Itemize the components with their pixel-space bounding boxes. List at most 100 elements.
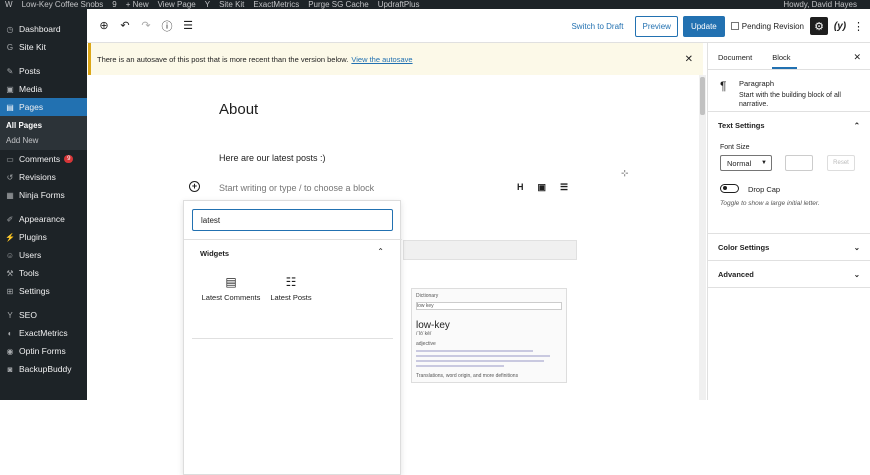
- sidebar-item-comments[interactable]: ▭ Comments 9: [0, 150, 87, 168]
- preview-button[interactable]: Preview: [635, 15, 678, 37]
- paragraph-block[interactable]: Here are our latest posts :): [219, 153, 326, 163]
- pin-icon: ✎: [6, 66, 14, 76]
- dict-pron: /ˈlōˈkē/: [416, 331, 432, 337]
- block-latest-posts[interactable]: ☷ Latest Posts: [261, 275, 321, 303]
- sidebar-item-media[interactable]: ▣ Media: [0, 80, 87, 98]
- sidebar-item-appearance[interactable]: ✐ Appearance: [0, 210, 87, 228]
- dict-search-text: low key: [417, 303, 434, 309]
- advanced-header[interactable]: Advanced ⌄: [708, 261, 870, 288]
- color-settings-header[interactable]: Color Settings ⌄: [708, 234, 870, 261]
- reset-button[interactable]: Reset: [827, 155, 855, 171]
- sidebar-item-plugins[interactable]: ⚡ Plugins: [0, 228, 87, 246]
- chevron-up-icon[interactable]: ⌃: [377, 247, 384, 256]
- howdy-user[interactable]: Howdy, David Hayes: [783, 0, 857, 9]
- sidebar-item-posts[interactable]: ✎ Posts: [0, 62, 87, 80]
- checkbox-box[interactable]: [730, 22, 739, 30]
- info-icon[interactable]: ⓘ: [158, 18, 176, 34]
- sidebar-item-optin-forms[interactable]: ◉ Optin Forms: [0, 342, 87, 360]
- dict-footer: Translations, word origin, and more defi…: [416, 373, 519, 379]
- sidebar-item-ninja-forms[interactable]: ▦ Ninja Forms: [0, 186, 87, 204]
- comments-count-link[interactable]: 9: [112, 0, 116, 9]
- media-icon: ▣: [6, 84, 14, 94]
- block-description: Start with the building block of all nar…: [739, 92, 841, 108]
- wp-logo-icon[interactable]: W: [5, 0, 13, 9]
- more-options-icon[interactable]: ⋮: [853, 20, 864, 33]
- dashboard-icon: ◷: [6, 24, 14, 34]
- canvas-scrollbar[interactable]: [699, 75, 706, 400]
- tab-document[interactable]: Document: [718, 53, 758, 69]
- tab-block[interactable]: Block: [772, 53, 797, 69]
- sidebar-item-users[interactable]: ☺ Users: [0, 246, 87, 264]
- submenu-all-pages[interactable]: All Pages: [0, 118, 87, 133]
- posts-block-icon: ☷: [285, 275, 297, 289]
- update-button[interactable]: Update: [682, 15, 725, 37]
- page-title[interactable]: About: [219, 101, 258, 118]
- block-latest-comments[interactable]: ▤ Latest Comments: [201, 275, 261, 303]
- dictionary-image[interactable]: Dictionary low key low-key /ˈlōˈkē/ adje…: [411, 288, 567, 383]
- redo-icon[interactable]: ↷: [137, 19, 155, 32]
- sidebar-item-exactmetrics[interactable]: ◐ ExactMetrics: [0, 324, 87, 342]
- sidebar-item-seo[interactable]: Y SEO: [0, 306, 87, 324]
- optin-icon: ◉: [6, 346, 14, 356]
- close-icon[interactable]: ✕: [685, 54, 693, 65]
- mouse-cursor-icon: ⊹: [621, 168, 629, 178]
- chevron-down-icon: ⌄: [853, 269, 860, 279]
- quick-block-tools: H ▣ ☰: [517, 182, 582, 193]
- forms-icon: ▦: [6, 190, 14, 200]
- comments-icon: ▭: [6, 154, 14, 164]
- tools-icon: ⚒: [6, 268, 14, 278]
- empty-block-placeholder[interactable]: Start writing or type / to choose a bloc…: [219, 183, 374, 193]
- pages-submenu: All Pages Add New: [0, 116, 87, 150]
- block-inserter-popover: latest Widgets ⌃ ▤ Latest Comments ☷ Lat…: [183, 200, 402, 475]
- text-settings-header[interactable]: Text Settings ⌃: [708, 112, 870, 139]
- block-inserter-toggle[interactable]: +: [189, 181, 200, 192]
- sidebar-tabs: Document Block ✕: [708, 43, 870, 70]
- view-autosave-link[interactable]: View the autosave: [351, 55, 412, 64]
- sidebar-item-settings[interactable]: ⊞ Settings: [0, 282, 87, 300]
- settings-sidebar: Document Block ✕ ¶ Paragraph Start with …: [707, 43, 870, 400]
- dict-word: low-key: [416, 320, 450, 331]
- category-widgets: Widgets: [200, 249, 230, 258]
- font-size-select[interactable]: Normal ▼: [720, 155, 772, 171]
- admin-sidebar: ◷ Dashboard G Site Kit ✎ Posts ▣ Media ▤ Page…: [0, 9, 87, 400]
- undo-icon[interactable]: ↶: [116, 19, 134, 32]
- font-size-label: Font Size: [720, 144, 750, 151]
- sidebar-item-sitekit[interactable]: G Site Kit: [0, 38, 87, 56]
- drop-cap-toggle[interactable]: [720, 184, 739, 193]
- sidebar-item-backupbuddy[interactable]: ◙ BackupBuddy: [0, 360, 87, 378]
- heading-icon[interactable]: H: [517, 182, 524, 193]
- comments-block-icon: ▤: [225, 275, 237, 289]
- add-block-icon[interactable]: ⊕: [95, 19, 113, 32]
- block-search-input[interactable]: latest: [192, 209, 393, 231]
- site-name-link[interactable]: Low-Key Coffee Snobs: [22, 0, 104, 9]
- chevron-down-icon: ▼: [761, 160, 767, 166]
- view-page-link[interactable]: View Page: [158, 0, 196, 9]
- sitekit-link[interactable]: Site Kit: [219, 0, 244, 9]
- yoast-icon[interactable]: (y): [833, 21, 847, 32]
- submenu-add-new[interactable]: Add New: [0, 133, 87, 148]
- purge-cache-link[interactable]: Purge SG Cache: [308, 0, 368, 9]
- sidebar-item-revisions[interactable]: ↺ Revisions: [0, 168, 87, 186]
- block-name: Paragraph: [739, 79, 775, 88]
- block-card: ¶ Paragraph Start with the building bloc…: [708, 70, 870, 112]
- sidebar-item-dashboard[interactable]: ◷ Dashboard: [0, 20, 87, 38]
- text-settings-body: Font Size Normal ▼ Reset Drop Cap Toggle …: [708, 139, 870, 234]
- switch-to-draft-button[interactable]: Switch to Draft: [571, 22, 623, 31]
- yoast-bar-icon[interactable]: Y: [205, 0, 210, 9]
- sidebar-item-pages[interactable]: ▤ Pages: [0, 98, 87, 116]
- custom-font-size-input[interactable]: [785, 155, 813, 171]
- autosave-notice: There is an autosave of this post that i…: [88, 43, 703, 75]
- sidebar-item-tools[interactable]: ⚒ Tools: [0, 264, 87, 282]
- exactmetrics-icon: ◐: [7, 328, 13, 338]
- exactmetrics-link[interactable]: ExactMetrics: [253, 0, 299, 9]
- image-icon[interactable]: ▣: [538, 182, 547, 193]
- outline-icon[interactable]: ☰: [179, 19, 197, 32]
- embed-block-bar[interactable]: [403, 240, 577, 260]
- pending-revision-checkbox[interactable]: Pending Revision: [730, 22, 804, 31]
- chevron-up-icon: ⌃: [853, 121, 860, 130]
- list-icon[interactable]: ☰: [560, 182, 568, 193]
- updraft-link[interactable]: UpdraftPlus: [378, 0, 420, 9]
- settings-gear-icon[interactable]: ⚙: [810, 17, 828, 35]
- close-sidebar-icon[interactable]: ✕: [853, 52, 861, 63]
- new-content-link[interactable]: + New: [126, 0, 149, 9]
